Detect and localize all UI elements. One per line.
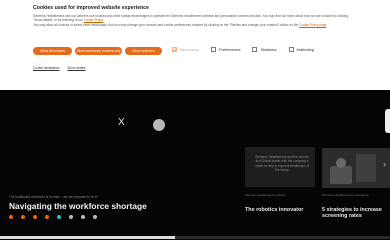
show-details-link[interactable]: Show details	[67, 66, 85, 70]
play-icon[interactable]	[153, 119, 165, 131]
page-stage: X Siemens Healthineers and the world's f…	[0, 90, 390, 240]
carousel-dot[interactable]	[9, 215, 13, 219]
carousel-scrollbar[interactable]	[0, 236, 390, 239]
checkbox-necessary-label: Necessary	[180, 47, 199, 52]
image-shape	[356, 154, 376, 182]
cookie-banner: Cookies used for improved website experi…	[0, 0, 390, 90]
image-shape	[330, 166, 352, 184]
checkbox-marketing[interactable]: Marketing	[288, 47, 315, 52]
image-shape	[336, 158, 346, 168]
checkbox-marketing-label[interactable]: Marketing	[297, 47, 315, 52]
checkbox-marketing-box[interactable]	[288, 47, 294, 52]
card-screening-title[interactable]: 5 strategies to increase screening rates	[322, 207, 388, 219]
checkbox-preferences-label[interactable]: Preferences	[219, 47, 241, 52]
allow-necessary-button[interactable]: Allow necessary cookies only	[75, 47, 122, 55]
cookie-description: Siemens Healthineers and our partners us…	[33, 14, 353, 27]
card-screening-meta: Siemens Healthineers in screening	[322, 193, 369, 197]
checkbox-statistics-box[interactable]	[252, 47, 258, 52]
card-robotics-title[interactable]: The robotics innovator	[245, 207, 319, 213]
carousel-dot[interactable]	[57, 215, 61, 219]
checkbox-preferences[interactable]: Preferences	[210, 47, 241, 52]
carousel-dot[interactable]	[81, 215, 85, 219]
checkbox-statistics[interactable]: Statistics	[252, 47, 277, 52]
cookie-title: Cookies used for improved website experi…	[33, 5, 149, 11]
close-icon[interactable]: X	[118, 117, 125, 128]
cookie-categories: Necessary Preferences Statistics Marketi…	[172, 47, 326, 52]
carousel-dot[interactable]	[21, 215, 25, 219]
cookie-declaration-link[interactable]: Cookie declaration	[33, 66, 59, 70]
hero-title[interactable]: Navigating the workforce shortage	[9, 201, 147, 211]
checkbox-statistics-label[interactable]: Statistics	[260, 47, 276, 52]
cookie-button-row: Allow all cookies Allow necessary cookie…	[33, 47, 165, 55]
carousel-dot[interactable]	[69, 215, 73, 219]
checkbox-necessary: Necessary	[172, 47, 199, 52]
allow-all-button[interactable]: Allow all cookies	[33, 47, 72, 55]
cookie-paragraph-1: Siemens Healthineers and our partners us…	[33, 14, 349, 23]
carousel-dot[interactable]	[93, 215, 97, 219]
cookie-paragraph-2: You may allow all cookies or select them…	[33, 22, 299, 27]
carousel-dots	[9, 215, 105, 219]
carousel-dot[interactable]	[45, 215, 49, 219]
card-robotics-image-caption: Siemens Healthineers and the world's fir…	[255, 155, 309, 173]
hero-kicker: The healthcare workforce is in crisis – …	[9, 195, 99, 199]
carousel-dot[interactable]	[33, 215, 37, 219]
card-screening-image[interactable]: ›	[322, 148, 390, 188]
checkbox-preferences-box[interactable]	[210, 47, 216, 52]
card-robotics-meta: Siemens Healthineers robotics	[245, 193, 286, 197]
cookie-policy-page-link[interactable]: Cookie Policy page	[299, 23, 326, 27]
scrollbar-thumb[interactable]	[0, 236, 175, 239]
allow-selection-button[interactable]: Allow selection	[125, 47, 162, 55]
checkbox-necessary-box	[172, 47, 177, 52]
chevron-right-icon[interactable]: ›	[383, 159, 386, 169]
cookie-links: Cookie declaration Show details	[33, 66, 93, 70]
side-scroll-handle[interactable]	[385, 109, 390, 133]
